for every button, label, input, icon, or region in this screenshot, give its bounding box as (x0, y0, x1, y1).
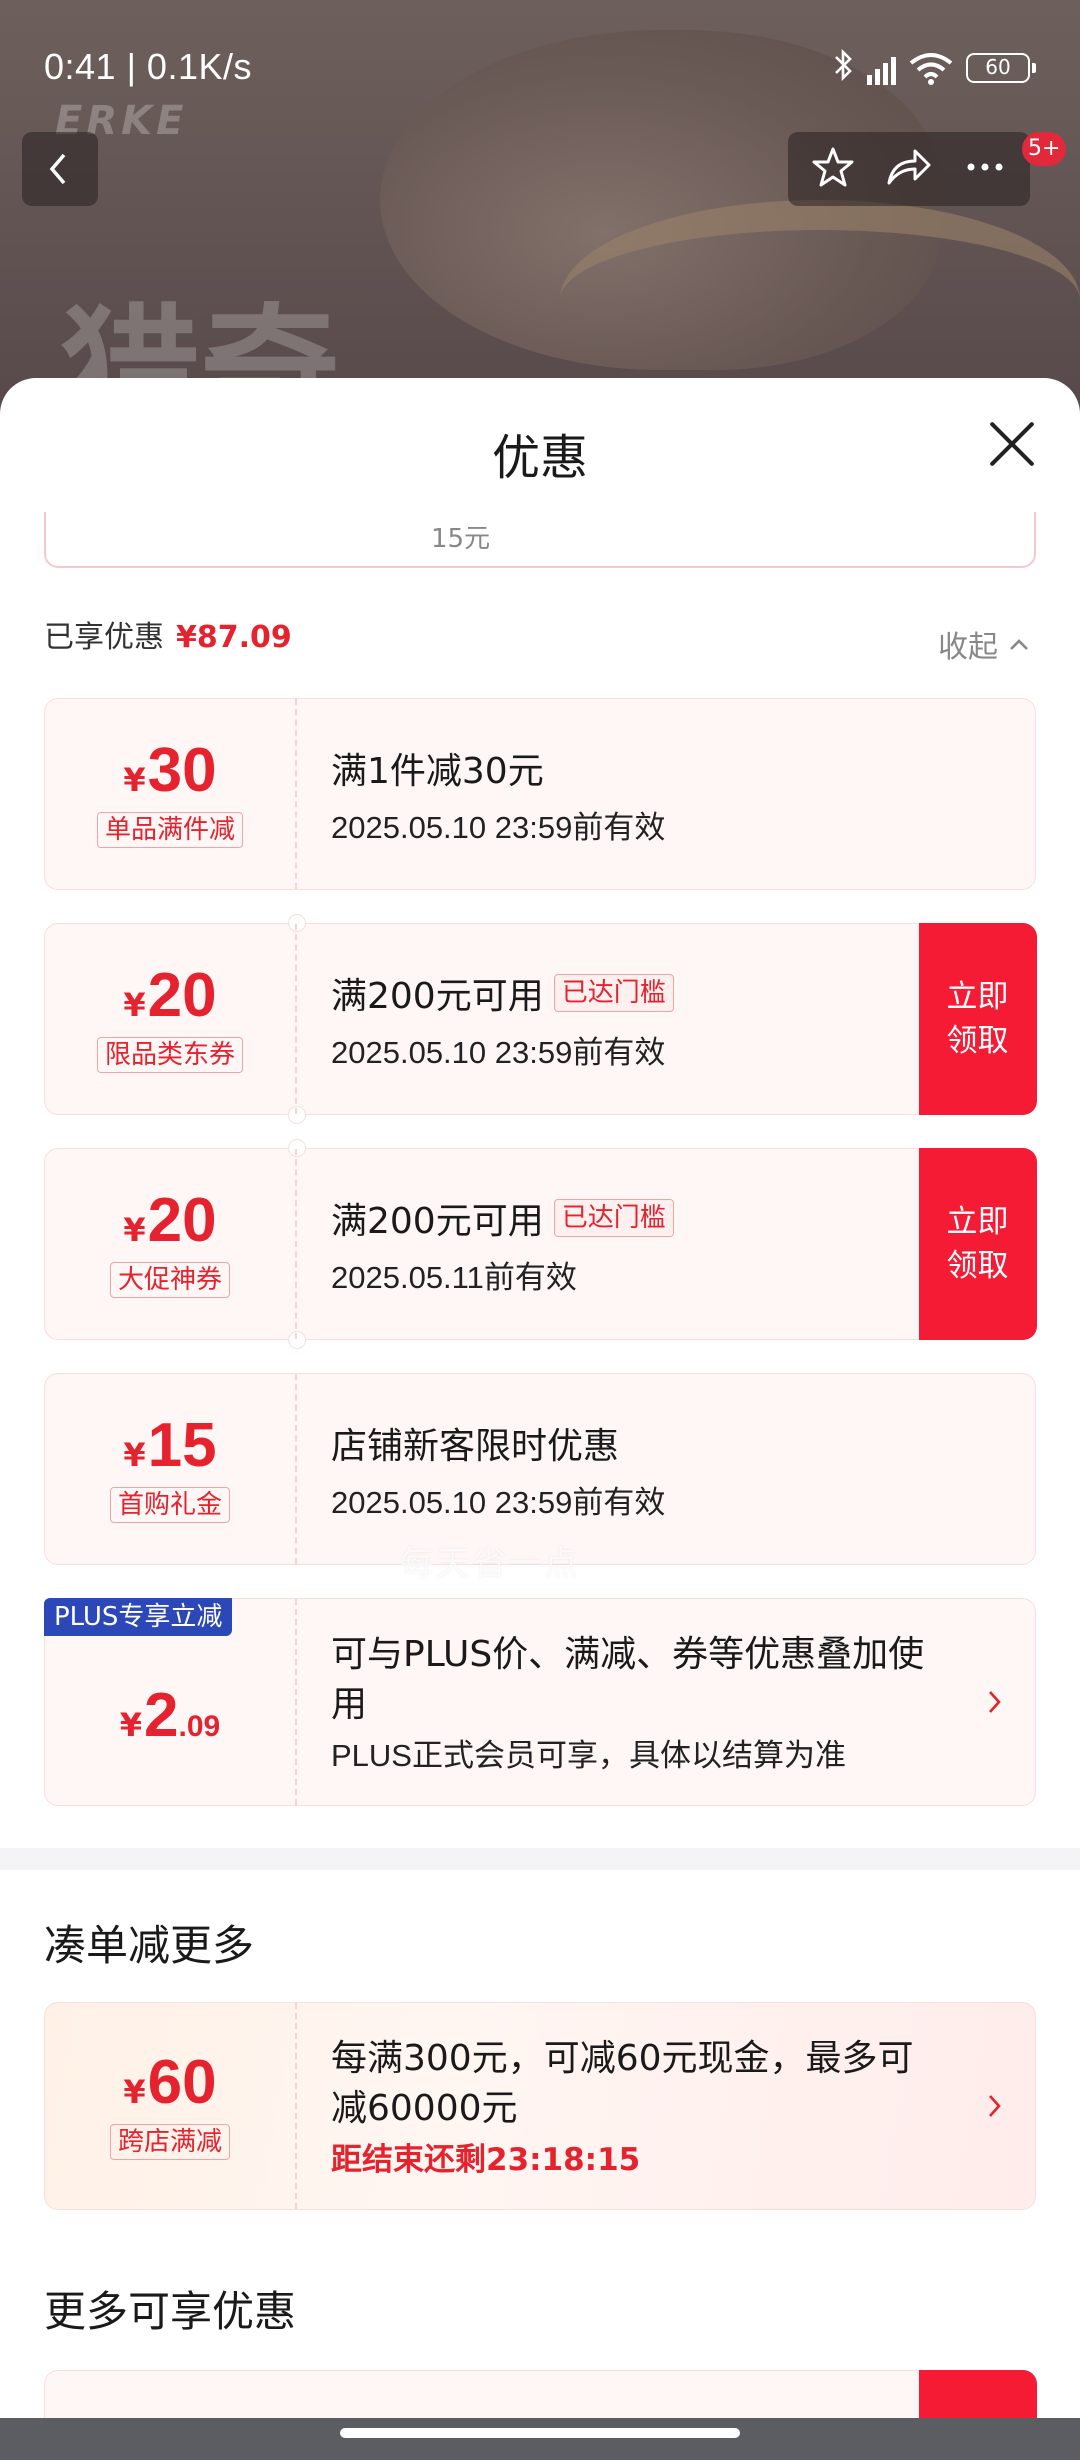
claim-label-1: 立即 (946, 1203, 1009, 1240)
coupon-currency: ¥ (123, 761, 146, 799)
coupon-value: ¥20 大促神券 (45, 1149, 297, 1339)
collapse-button[interactable]: 收起 (938, 622, 1030, 666)
coupon-validity: 2025.05.10 23:59前有效 (331, 1034, 666, 1070)
coupon-info: 满1件减30元 2025.05.10 23:59前有效 (331, 699, 665, 889)
coupon-card-partial[interactable] (44, 2369, 1037, 2418)
previous-card: 15元 (44, 512, 1036, 568)
coupon-card[interactable]: ¥20 大促神券 满200元可用 已达门槛 2025.05.11前有效 立即 领取 (44, 1139, 1037, 1349)
coupon-card[interactable]: ¥30 单品满件减 满1件减30元 2025.05.10 23:59前有效 (44, 698, 1036, 890)
threshold-badge: 已达门槛 (553, 973, 674, 1012)
coupon-amount-decimal: .09 (178, 1710, 221, 1743)
section-heading-bundle: 凑单减更多 (44, 1921, 255, 1970)
coupon-amount: 2 (144, 1681, 179, 1750)
claim-button-partial[interactable] (918, 2369, 1037, 2418)
status-icons: 60 (833, 48, 1036, 88)
collapse-label: 收起 (938, 630, 998, 665)
countdown-timer: 距结束还剩23:18:15 (331, 2141, 641, 2178)
chevron-right-icon (989, 1691, 1001, 1713)
chevron-left-icon (49, 153, 66, 185)
status-time: 0:41 | 0.1K/s (44, 46, 252, 87)
status-bar: 0:41 | 0.1K/s 60 (0, 0, 1080, 130)
cross-store-discount-card[interactable]: ¥60 跨店满减 每满300元，可减60元现金，最多可 减60000元 距结束还… (44, 2002, 1036, 2210)
coupon-info: 满200元可用 已达门槛 2025.05.10 23:59前有效 (331, 924, 674, 1114)
coupon-currency: ¥ (123, 1436, 146, 1474)
plus-title-line-2: 用 (331, 1683, 368, 1725)
star-icon (812, 147, 854, 187)
coupon-value: ¥60 跨店满减 (45, 2003, 297, 2209)
top-actions (788, 132, 1030, 206)
coupon-currency: ¥ (123, 1211, 146, 1249)
coupon-validity: 2025.05.10 23:59前有效 (331, 1484, 666, 1520)
coupon-type-tag: 大促神券 (109, 1262, 230, 1298)
coupon-title: 满200元可用 (331, 1200, 544, 1242)
enjoyed-summary: 已享优惠 ¥87.09 (44, 612, 292, 656)
product-image-sole (560, 200, 1080, 400)
coupon-title: 满200元可用 (331, 975, 544, 1017)
coupon-card[interactable]: ¥20 限品类东券 满200元可用 已达门槛 2025.05.10 23:59前有… (44, 914, 1037, 1124)
gesture-bar (0, 2418, 1080, 2460)
signal-icon (867, 51, 896, 85)
share-icon (887, 149, 931, 185)
more-button[interactable] (963, 145, 1007, 193)
chevron-up-icon (1010, 639, 1028, 650)
more-icon (967, 163, 1003, 171)
coupon-value: ¥15 首购礼金 (45, 1374, 297, 1564)
coupon-value: ¥20 限品类东券 (45, 924, 297, 1114)
coupon-amount: 20 (147, 1186, 217, 1255)
claim-label-1: 立即 (946, 978, 1009, 1015)
coupon-type-tag: 首购礼金 (109, 1487, 230, 1523)
plus-note: PLUS正式会员可享，具体以结算为准 (331, 1737, 846, 1773)
coupon-validity: 2025.05.10 23:59前有效 (331, 809, 666, 845)
watermark: 每天省一点 (400, 1544, 580, 1584)
plus-badge: PLUS专享立减 (44, 1598, 233, 1636)
discount-sheet: 优惠 15元 已享优惠 ¥87.09 收起 ¥30 单品满件减 满1件减30元 2… (0, 378, 1080, 2418)
coupon-info: 每满300元，可减60元现金，最多可 减60000元 距结束还剩23:18:15 (331, 2003, 971, 2209)
chevron-right-icon (989, 2095, 1001, 2117)
coupon-currency: ¥ (119, 1706, 143, 1744)
message-badge: 5+ (1022, 132, 1067, 166)
close-button[interactable] (984, 416, 1040, 472)
section-heading-more: 更多可享优惠 (44, 2287, 297, 2336)
coupon-currency: ¥ (123, 986, 146, 1024)
wifi-icon (908, 51, 954, 85)
enjoyed-amount: ¥87.09 (176, 620, 292, 655)
home-indicator[interactable] (340, 2428, 740, 2438)
claim-button[interactable]: 立即 领取 (918, 922, 1037, 1115)
back-button[interactable] (22, 132, 98, 206)
coupon-title: 店铺新客限时优惠 (331, 1425, 620, 1467)
coupon-currency: ¥ (123, 2073, 146, 2111)
bundle-title-line-1: 每满300元，可减60元现金，最多可 (331, 2037, 914, 2079)
coupon-title: 满1件减30元 (331, 750, 544, 792)
claim-button[interactable]: 立即 领取 (918, 1147, 1037, 1340)
coupon-type-tag: 单品满件减 (96, 812, 243, 848)
coupon-info: 可与PLUS价、满减、券等优惠叠加使 用 PLUS正式会员可享，具体以结算为准 (331, 1599, 971, 1805)
bundle-title-line-2: 减60000元 (331, 2087, 518, 2129)
battery-icon: 60 (966, 53, 1036, 83)
bluetooth-icon (833, 48, 855, 88)
coupon-info: 满200元可用 已达门槛 2025.05.11前有效 (331, 1149, 674, 1339)
section-divider (0, 1848, 1080, 1870)
coupon-amount: 20 (147, 961, 217, 1030)
threshold-badge: 已达门槛 (553, 1198, 674, 1237)
enjoyed-label: 已享优惠 (44, 620, 164, 655)
coupon-value: ¥30 单品满件减 (45, 699, 297, 889)
share-button[interactable] (885, 145, 933, 193)
coupon-type-tag: 跨店满减 (109, 2124, 230, 2160)
previous-card-value: 15元 (431, 524, 491, 554)
coupon-amount: 30 (147, 736, 217, 805)
coupon-validity: 2025.05.11前有效 (331, 1259, 577, 1295)
favorite-button[interactable] (811, 145, 855, 193)
coupon-amount: 15 (147, 1411, 217, 1480)
claim-label-2: 领取 (946, 1022, 1009, 1059)
coupon-type-tag: 限品类东券 (96, 1037, 243, 1073)
plus-title-line-1: 可与PLUS价、满减、券等优惠叠加使 (331, 1633, 925, 1675)
coupon-amount: 60 (147, 2048, 217, 2117)
sheet-title: 优惠 (491, 430, 588, 486)
claim-label-2: 领取 (946, 1247, 1009, 1284)
